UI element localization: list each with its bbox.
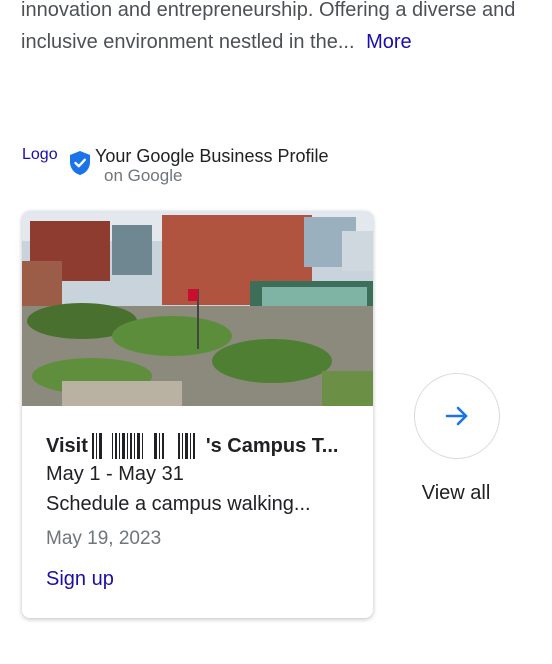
view-all-button[interactable]: View all: [410, 372, 505, 512]
view-all-label: View all: [421, 482, 491, 504]
redacted-name-barcode: [91, 433, 195, 459]
event-title-suffix: 's Campus T...: [205, 434, 339, 457]
sign-up-link[interactable]: Sign up: [46, 568, 114, 591]
event-title-prefix: Visit: [46, 434, 88, 457]
arrow-right-icon: [445, 406, 468, 426]
view-all-circle[interactable]: [414, 373, 500, 459]
profile-description: innovation and entrepreneurship. Offerin…: [21, 0, 521, 58]
event-title[interactable]: Visit 's Campus T...: [46, 433, 346, 459]
event-posted-date: May 19, 2023: [46, 528, 162, 549]
campus-photo: [22, 211, 373, 406]
more-link[interactable]: More: [366, 31, 412, 53]
business-profile-row: Logo Your Google Business Profile on Goo…: [22, 138, 382, 185]
description-text: innovation and entrepreneurship. Offerin…: [21, 0, 516, 53]
profile-subtitle: on Google: [104, 166, 183, 185]
logo-placeholder: Logo: [22, 146, 58, 163]
verified-shield-icon: [70, 151, 90, 175]
profile-title: Your Google Business Profile: [95, 146, 329, 166]
event-summary: Schedule a campus walking...: [46, 493, 311, 515]
event-dates: May 1 - May 31: [46, 463, 184, 485]
event-card[interactable]: Visit 's Campus T... May 1 - May 31 Sche…: [22, 211, 373, 618]
